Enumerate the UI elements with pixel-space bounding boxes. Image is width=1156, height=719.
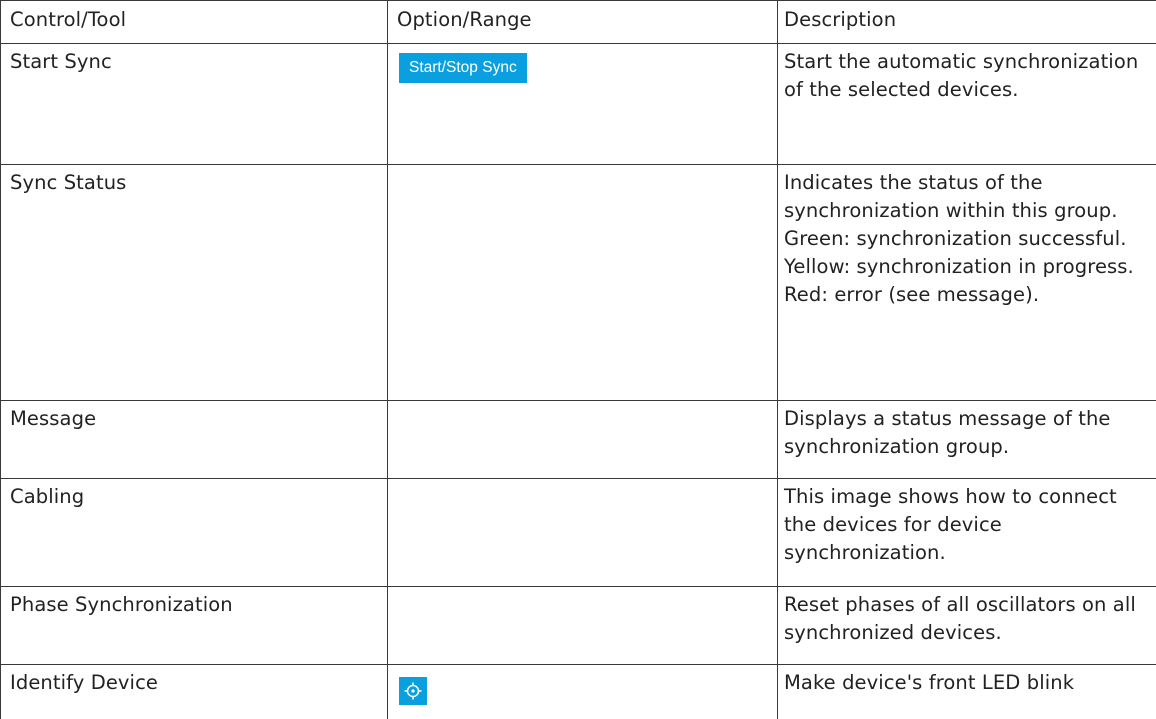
description: Indicates the status of the synchronizat… — [777, 165, 1156, 400]
control-table: Control/Tool Option/Range Description St… — [0, 0, 1156, 719]
table-row: Phase Synchronization Reset phases of al… — [0, 587, 1156, 665]
control-name: Cabling — [0, 479, 387, 586]
option-cell — [387, 587, 777, 664]
table-row: Cabling This image shows how to connect … — [0, 479, 1156, 587]
description: Make device's front LED blink — [777, 665, 1156, 719]
option-cell — [387, 479, 777, 586]
description: This image shows how to connect the devi… — [777, 479, 1156, 586]
option-cell — [387, 665, 777, 719]
control-name: Message — [0, 401, 387, 478]
table-header-row: Control/Tool Option/Range Description — [0, 1, 1156, 44]
control-name: Phase Synchronization — [0, 587, 387, 664]
control-name: Start Sync — [0, 44, 387, 164]
header-control-tool: Control/Tool — [0, 1, 387, 43]
table-row: Sync Status Indicates the status of the … — [0, 165, 1156, 401]
table-row: Start Sync Start/Stop Sync Start the aut… — [0, 44, 1156, 165]
description: Start the automatic synchronization of t… — [777, 44, 1156, 164]
table-row: Identify Device Make device's front LED … — [0, 665, 1156, 719]
control-name: Sync Status — [0, 165, 387, 400]
option-cell — [387, 401, 777, 478]
identify-device-button[interactable] — [399, 677, 427, 705]
control-name: Identify Device — [0, 665, 387, 719]
crosshair-locate-icon — [404, 682, 422, 700]
header-description: Description — [777, 1, 1156, 43]
option-cell — [387, 165, 777, 400]
description: Reset phases of all oscillators on all s… — [777, 587, 1156, 664]
start-stop-sync-button[interactable]: Start/Stop Sync — [399, 53, 527, 83]
option-cell: Start/Stop Sync — [387, 44, 777, 164]
header-option-range: Option/Range — [387, 1, 777, 43]
table-row: Message Displays a status message of the… — [0, 401, 1156, 479]
description: Displays a status message of the synchro… — [777, 401, 1156, 478]
